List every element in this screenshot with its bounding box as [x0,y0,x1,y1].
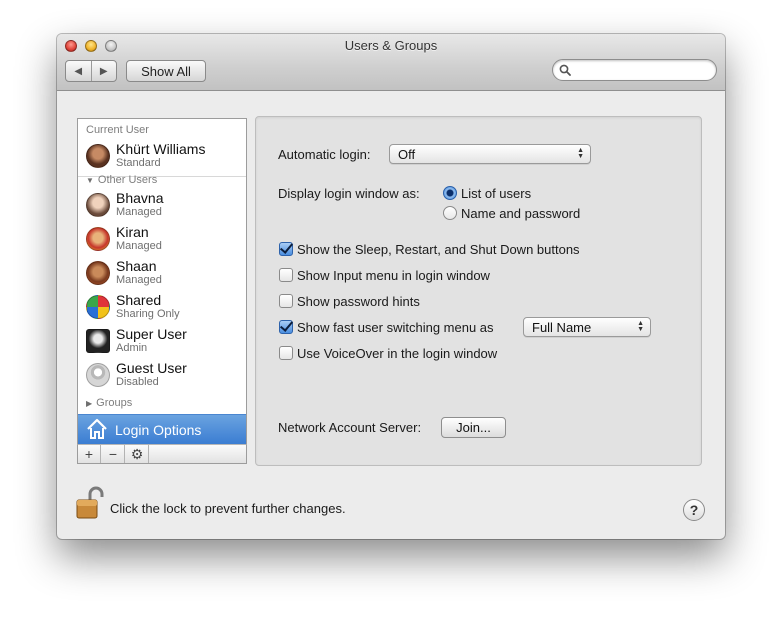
user-role: Sharing Only [116,308,180,320]
radio-name-and-password[interactable] [443,206,457,220]
radio-list-of-users[interactable] [443,186,457,200]
avatar [86,144,110,168]
automatic-login-value: Off [398,147,416,162]
users-groups-window: Users & Groups ◀ ▶ Show All Current User… [57,34,725,539]
search-field[interactable] [552,59,717,81]
user-name: Shaan [116,258,157,274]
checkbox-voiceover-label[interactable]: Use VoiceOver in the login window [297,346,497,361]
login-options-label: Login Options [115,422,202,438]
checkbox-show-sleep-restart-label[interactable]: Show the Sleep, Restart, and Shut Down b… [297,242,580,257]
other-users-header[interactable]: ▼ Other Users [86,174,157,186]
user-role: Admin [116,342,148,354]
action-menu-button[interactable]: ⚙ [126,445,149,463]
user-role: Managed [116,240,162,252]
search-icon [559,64,571,76]
add-user-button[interactable]: + [78,445,101,463]
unlocked-lock-icon[interactable] [75,486,105,520]
user-name: Guest User [116,360,187,376]
avatar [86,363,110,387]
user-name: Bhavna [116,190,164,206]
checkbox-show-sleep-restart[interactable] [279,242,293,256]
automatic-login-popup[interactable]: Off ▲ ▼ [389,144,591,164]
updown-arrows-icon: ▲ ▼ [637,320,644,333]
user-role: Standard [116,157,161,169]
user-row[interactable]: Bhavna Managed [78,188,246,222]
checkbox-show-password-hints[interactable] [279,294,293,308]
user-row[interactable]: Shared Sharing Only [78,290,246,324]
window-title: Users & Groups [344,38,438,53]
disclosure-triangle-icon: ▼ [86,176,94,185]
user-list: Current User Khürt Williams Standard ▼ Ot… [77,118,247,464]
checkbox-show-input-menu-label[interactable]: Show Input menu in login window [297,268,490,283]
user-role: Managed [116,206,162,218]
user-name: Super User [116,326,187,342]
back-forward-control: ◀ ▶ [65,60,117,82]
user-name: Khürt Williams [116,141,206,157]
user-name: Shared [116,292,162,308]
user-role: Managed [116,274,162,286]
avatar [86,295,110,319]
user-row[interactable]: Super User Admin [78,324,246,358]
user-row[interactable]: Kiran Managed [78,222,246,256]
avatar [86,193,110,217]
updown-arrows-icon: ▲ ▼ [577,147,584,160]
help-button[interactable]: ? [683,499,705,521]
fast-switch-value: Full Name [532,320,592,335]
avatar [86,261,110,285]
title-bar: Users & Groups ◀ ▶ Show All [57,34,725,91]
disclosure-triangle-icon: ▶ [86,399,93,408]
login-options-panel: Automatic login: Off ▲ ▼ Display login wi… [255,116,702,466]
other-users-label: Other Users [97,174,158,186]
user-name: Kiran [116,224,149,240]
chevron-left-icon: ◀ [74,65,83,77]
sidebar-toolbar: + − ⚙ [77,444,247,464]
forward-button[interactable]: ▶ [90,61,117,81]
groups-label: Groups [96,397,133,409]
current-user-header: Current User [86,124,149,136]
network-account-server-label: Network Account Server: [278,420,422,435]
lock-status-text: Click the lock to prevent further change… [110,501,346,516]
fast-switch-popup[interactable]: Full Name ▲ ▼ [523,317,651,337]
checkbox-voiceover[interactable] [279,346,293,360]
user-row[interactable]: Shaan Managed [78,256,246,290]
remove-user-button[interactable]: − [102,445,125,463]
user-role: Disabled [116,376,159,388]
show-all-button[interactable]: Show All [126,60,206,82]
checkbox-show-input-menu[interactable] [279,268,293,282]
join-button[interactable]: Join... [441,417,506,438]
sidebar-item-login-options[interactable]: Login Options [78,414,246,444]
radio-list-of-users-label[interactable]: List of users [461,186,531,201]
user-row[interactable]: Guest User Disabled [78,358,246,392]
radio-name-and-password-label[interactable]: Name and password [461,206,580,221]
user-row-current[interactable]: Khürt Williams Standard [78,139,246,173]
chevron-right-icon: ▶ [99,65,108,77]
display-login-label: Display login window as: [278,186,420,201]
checkbox-fast-user-switching[interactable] [279,320,293,334]
groups-header[interactable]: ▶ Groups [86,397,132,409]
avatar [86,329,110,353]
checkbox-show-password-hints-label[interactable]: Show password hints [297,294,420,309]
back-button[interactable]: ◀ [66,61,91,81]
home-icon [87,418,107,439]
gear-icon: ⚙ [130,445,144,462]
automatic-login-label: Automatic login: [278,147,371,162]
avatar [86,227,110,251]
checkbox-fast-user-switching-label[interactable]: Show fast user switching menu as [297,320,494,335]
